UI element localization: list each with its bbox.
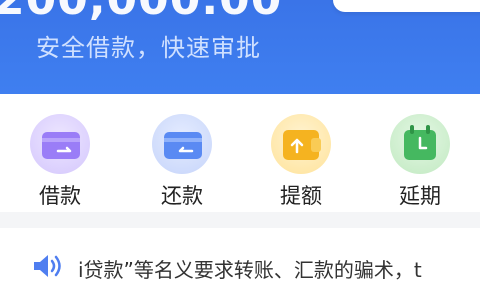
header-subtitle: 安全借款，快速审批	[36, 34, 261, 62]
section-divider	[0, 212, 480, 228]
repay-card-icon	[152, 114, 212, 174]
raise-limit-button[interactable]: 提额	[257, 108, 349, 208]
extend-calendar-icon	[390, 114, 450, 174]
header-action-button[interactable]	[333, 0, 480, 12]
speaker-icon	[34, 255, 61, 277]
quick-actions: 借款 还款 提额 延期	[0, 94, 480, 212]
repay-button[interactable]: 还款	[138, 108, 230, 208]
raise-limit-label: 提额	[280, 184, 322, 208]
header-banner: 200,000.00 安全借款，快速审批	[0, 0, 480, 94]
repay-label: 还款	[161, 184, 203, 208]
notice-bar[interactable]: i贷款”等名义要求转账、汇款的骗术，t	[0, 228, 480, 300]
loan-amount: 200,000.00	[0, 0, 282, 25]
borrow-card-icon	[30, 114, 90, 174]
borrow-label: 借款	[39, 184, 81, 208]
borrow-button[interactable]: 借款	[16, 108, 108, 208]
extend-button[interactable]: 延期	[376, 108, 468, 208]
raise-limit-wallet-icon	[271, 114, 331, 174]
notice-text: i贷款”等名义要求转账、汇款的骗术，t	[78, 258, 422, 282]
extend-label: 延期	[399, 184, 441, 208]
